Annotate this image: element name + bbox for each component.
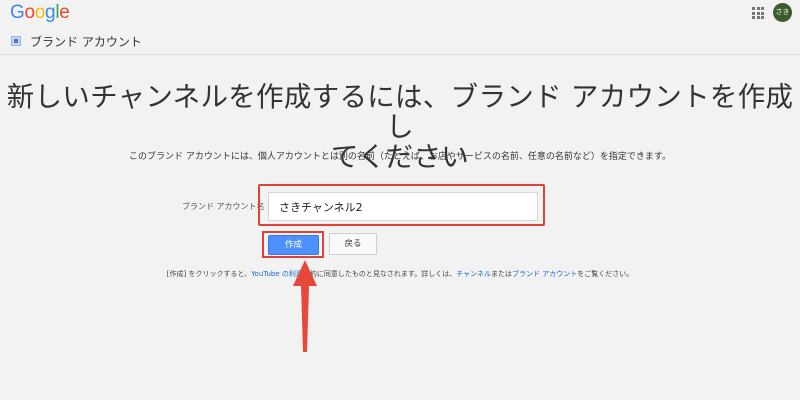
channel-link[interactable]: チャンネル — [456, 270, 491, 278]
brand-name-label: ブランド アカウント名 — [182, 202, 265, 211]
logo-letter: o — [34, 2, 46, 23]
brand-account-icon — [11, 36, 21, 46]
terms-part-1: [作成] をクリックすると、 — [166, 270, 252, 278]
headline-line-1: 新しいチャンネルを作成するには、ブランド アカウントを作成し — [6, 81, 794, 143]
logo-letter: o — [24, 2, 35, 23]
logo-letter: g — [45, 2, 56, 23]
google-logo[interactable]: Google — [10, 2, 70, 24]
brand-name-input[interactable] — [268, 192, 538, 221]
terms-text: [作成] をクリックすると、YouTube の利用規約に同意したものと見なされま… — [0, 269, 800, 279]
pointer-arrow-icon — [293, 260, 317, 352]
terms-part-4: をご覧ください。 — [577, 270, 634, 278]
subheader-title: ブランド アカウント — [30, 35, 142, 49]
create-button[interactable]: 作成 — [268, 235, 319, 255]
back-button[interactable]: 戻る — [329, 233, 377, 255]
apps-grid-icon[interactable] — [752, 7, 764, 19]
logo-letter: e — [59, 2, 70, 23]
avatar[interactable]: さき — [773, 3, 792, 22]
top-bar: Google さき — [0, 0, 800, 26]
logo-letter: G — [10, 2, 25, 23]
description-text: このブランド アカウントには、個人アカウントとは別の名前（たとえば、お店やサービ… — [129, 152, 671, 162]
sub-header: ブランド アカウント — [0, 26, 800, 55]
terms-part-3: または — [491, 270, 512, 278]
brand-account-link[interactable]: ブランド アカウント — [512, 270, 577, 278]
terms-part-2: 規約に同意したものと見なされます。詳しくは、 — [302, 270, 457, 278]
